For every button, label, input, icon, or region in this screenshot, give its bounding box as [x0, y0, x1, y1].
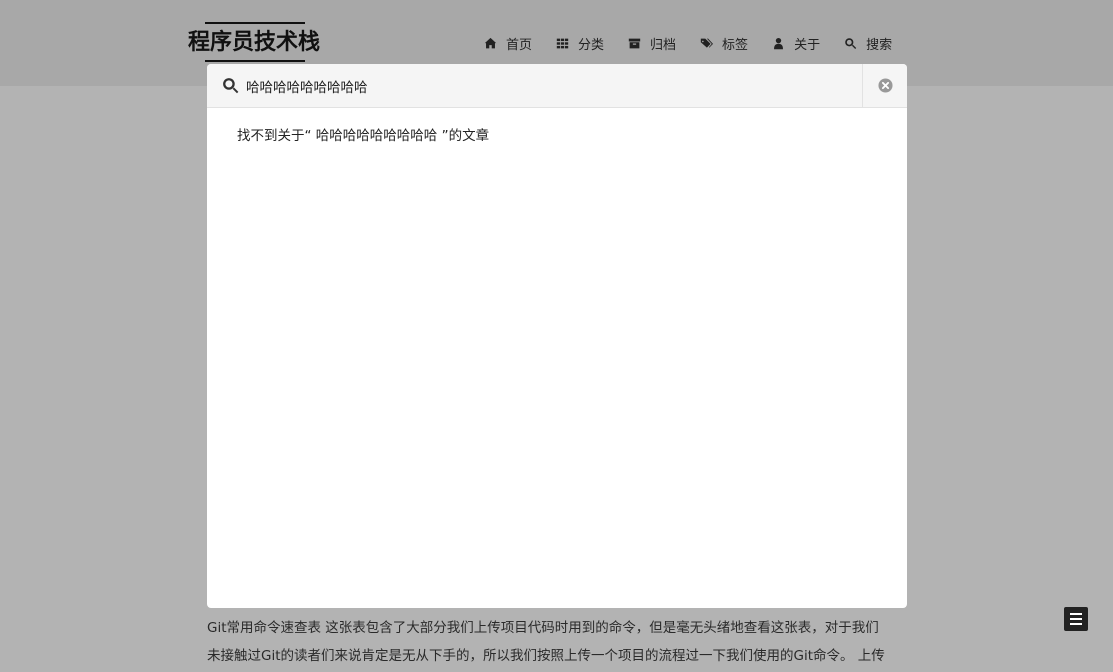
- search-bar: [207, 64, 907, 108]
- home-icon: [484, 37, 497, 49]
- nav-item-tags[interactable]: 标签: [700, 34, 748, 53]
- nav-item-search[interactable]: 搜索: [844, 34, 892, 53]
- search-results: 找不到关于“ 哈哈哈哈哈哈哈哈哈 ”的文章: [207, 108, 907, 160]
- nav-label-search: 搜索: [866, 38, 893, 53]
- archive-icon: [628, 38, 641, 49]
- nav-item-about[interactable]: 关于: [772, 34, 820, 53]
- th-icon: [556, 38, 569, 49]
- close-icon: [877, 78, 893, 93]
- no-result-message: 找不到关于“ 哈哈哈哈哈哈哈哈哈 ”的文章: [237, 128, 490, 144]
- menu-bar: [1070, 618, 1082, 620]
- nav-item-home[interactable]: 首页: [484, 34, 532, 53]
- search-icon: [223, 78, 239, 94]
- close-search-button[interactable]: [862, 64, 907, 107]
- user-icon: [774, 37, 784, 50]
- nav-label-categories: 分类: [578, 38, 605, 53]
- article-line-1: Git常用命令速查表 这张表包含了大部分我们上传项目代码时用到的命令，但是毫无头…: [207, 620, 879, 636]
- site-logo[interactable]: 程序员技术栈: [188, 22, 321, 62]
- search-icon: [845, 38, 857, 50]
- nav-label-home: 首页: [506, 38, 533, 53]
- logo-top-line: [205, 22, 305, 24]
- search-popup: 找不到关于“ 哈哈哈哈哈哈哈哈哈 ”的文章: [207, 64, 907, 608]
- logo-text: 程序员技术栈: [188, 30, 321, 55]
- article-line-2: 未接触过Git的读者们来说肯定是无从下手的，所以我们按照上传一个项目的流程过一下…: [207, 648, 885, 664]
- nav-label-tags: 标签: [722, 38, 749, 53]
- tags-icon: [700, 38, 714, 48]
- menu-bar: [1070, 613, 1082, 615]
- nav-label-archives: 归档: [650, 38, 677, 53]
- article-excerpt: Git常用命令速查表 这张表包含了大部分我们上传项目代码时用到的命令，但是毫无头…: [207, 614, 907, 670]
- nav-label-about: 关于: [794, 38, 821, 53]
- page: 程序员技术栈 首页 分类 归档 标签 关于 搜索 Git常用命令速查表 这张表包…: [0, 0, 1113, 672]
- nav-item-categories[interactable]: 分类: [556, 34, 604, 53]
- search-input[interactable]: [246, 70, 862, 101]
- sidebar-toggle-button[interactable]: [1064, 607, 1088, 631]
- logo-bottom-line: [205, 60, 305, 62]
- menu-bar: [1070, 623, 1082, 625]
- nav-item-archives[interactable]: 归档: [628, 34, 676, 53]
- main-nav: 首页 分类 归档 标签 关于 搜索: [484, 34, 892, 53]
